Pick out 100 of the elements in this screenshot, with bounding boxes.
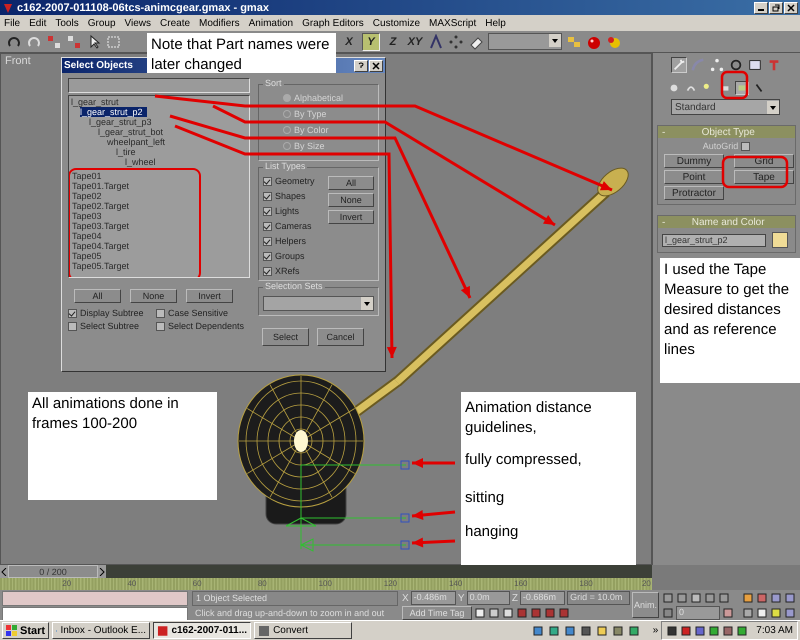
close-button[interactable]	[784, 2, 798, 14]
object-list-item[interactable]: Tape03	[72, 211, 106, 221]
type-filter-button[interactable]: None	[328, 193, 374, 207]
chevron[interactable]: »	[652, 625, 658, 636]
menu-item[interactable]: Help	[485, 18, 506, 28]
object-list-item[interactable]: l_gear_strut_p2	[80, 107, 147, 117]
frame-label: 40	[127, 578, 136, 590]
option-checkbox[interactable]: Display Subtree	[68, 308, 156, 318]
annotation-text: All animations done in frames 100-200	[32, 394, 180, 434]
taskbar-button[interactable]: c162-2007-011...	[153, 622, 252, 639]
selection-sets-dropdown[interactable]	[263, 296, 374, 311]
object-type-button[interactable]: Dummy	[664, 154, 724, 168]
panel-tab[interactable]	[671, 57, 687, 73]
restore-icon	[772, 4, 780, 12]
object-list-item[interactable]: l_gear_strut_p3	[89, 117, 156, 127]
menu-item[interactable]: Animation	[248, 18, 294, 28]
type-filter-button[interactable]: Invert	[328, 210, 374, 224]
window-title: c162-2007-011108-06tcs-animcgear.gmax - gmax	[17, 2, 269, 14]
object-list-item[interactable]: Tape01	[72, 171, 106, 181]
list-select-button[interactable]: Invert	[186, 289, 233, 303]
maxscript-field[interactable]	[2, 591, 188, 606]
frame-label: 140	[448, 578, 462, 590]
menu-item[interactable]: File	[4, 18, 20, 28]
axis-constraint-button[interactable]: Y	[362, 32, 380, 50]
type-checkbox[interactable]: Geometry	[263, 176, 324, 186]
menu-item[interactable]: Group	[88, 18, 116, 28]
dots-icon[interactable]	[448, 34, 464, 50]
object-list-item[interactable]: Tape02	[72, 191, 106, 201]
object-list-item[interactable]: l_gear_strut	[71, 97, 123, 107]
type-checkbox[interactable]: XRefs	[263, 266, 324, 276]
annotation-text: Animation distance guidelines,	[465, 398, 593, 438]
start-button[interactable]: Start	[2, 622, 50, 639]
frame-label: 100	[318, 578, 332, 590]
rollout-header[interactable]: - Name and Color	[658, 216, 795, 228]
menu-item[interactable]: Graph Editors	[302, 18, 364, 28]
object-list-item[interactable]: Tape01.Target	[72, 181, 134, 191]
menu-item[interactable]: Customize	[372, 18, 420, 28]
viewport-label[interactable]: Front	[5, 55, 31, 67]
restore-button[interactable]	[769, 2, 783, 14]
menu-item[interactable]: Modifiers	[199, 18, 240, 28]
object-list-item[interactable]: Tape05	[72, 251, 106, 261]
menu-item[interactable]: MAXScript	[429, 18, 476, 28]
animate-button[interactable]: Anim.	[632, 592, 659, 618]
color-swatch[interactable]	[772, 232, 788, 248]
object-list-item[interactable]: Tape02.Target	[72, 201, 134, 211]
option-checkbox[interactable]: Select Dependents	[156, 321, 248, 331]
annotation-text: sitting	[465, 488, 506, 508]
option-checkbox[interactable]: Select Subtree	[68, 321, 156, 331]
object-list-item[interactable]: Tape05.Target	[72, 261, 134, 271]
option-checkbox[interactable]: Case Sensitive	[156, 308, 248, 318]
object-list-item[interactable]: Tape04.Target	[72, 241, 134, 251]
search-field[interactable]	[68, 78, 250, 93]
object-list-item[interactable]: l_tire	[116, 147, 140, 157]
type-dropdown[interactable]: Standard	[671, 99, 780, 115]
track-bar[interactable]: 20 40 60 80 100 120 140 160 180 20	[0, 578, 652, 590]
next-frame-button[interactable]	[98, 565, 106, 578]
type-checkbox[interactable]: Groups	[263, 251, 324, 261]
named-selection-dropdown[interactable]	[488, 33, 562, 50]
object-list-item[interactable]: wheelpant_left	[107, 137, 170, 147]
object-list-item[interactable]: Tape03.Target	[72, 221, 134, 231]
panel-tab[interactable]	[747, 57, 763, 73]
list-select-button[interactable]: All	[74, 289, 121, 303]
dialog-action-button[interactable]: Select	[262, 328, 309, 346]
object-type-button[interactable]: Point	[664, 170, 724, 184]
add-time-tag-button[interactable]: Add Time Tag	[402, 606, 472, 620]
time-slider-thumb[interactable]: 0 / 200	[8, 565, 98, 578]
dropdown-value: Standard	[675, 102, 716, 112]
dialog-action-button[interactable]: Cancel	[317, 328, 364, 346]
name-field[interactable]: l_gear_strut_p2	[662, 234, 766, 246]
taskbar-button[interactable]: Convert	[254, 622, 352, 639]
rollout-header[interactable]: - Object Type	[658, 126, 795, 138]
help-button[interactable]	[354, 60, 368, 72]
previous-frame-button[interactable]	[0, 565, 8, 578]
axis-label: X	[402, 592, 409, 604]
object-list-item[interactable]: l_wheel	[125, 157, 160, 167]
axis-label: Z	[512, 592, 518, 604]
close-button[interactable]	[369, 60, 383, 72]
list-select-button[interactable]: None	[130, 289, 177, 303]
object-type-button[interactable]: Tape	[734, 170, 794, 184]
taskbar-button[interactable]: Inbox - Outlook E...	[52, 622, 150, 639]
type-filter-button[interactable]: All	[328, 176, 374, 190]
align-icon[interactable]	[428, 34, 444, 50]
menu-item[interactable]: Create	[160, 18, 190, 28]
menu-item[interactable]: Tools	[55, 18, 79, 28]
axis-constraint-button[interactable]: XY	[406, 32, 424, 50]
type-checkbox[interactable]: Helpers	[263, 236, 324, 246]
type-checkbox[interactable]: Lights	[263, 206, 324, 216]
menu-item[interactable]: Edit	[29, 18, 46, 28]
type-checkbox[interactable]: Cameras	[263, 221, 324, 231]
axis-constraint-button[interactable]: Z	[384, 32, 402, 50]
type-checkbox[interactable]: Shapes	[263, 191, 324, 201]
minimize-button[interactable]	[754, 2, 768, 14]
frame-label: 80	[258, 578, 267, 590]
menu-item[interactable]: Views	[124, 18, 152, 28]
object-type-button[interactable]: Protractor	[664, 186, 724, 200]
object-list-item[interactable]: l_gear_strut_bot	[98, 127, 168, 137]
axis-constraint-button[interactable]: X	[340, 32, 358, 50]
arrow	[412, 538, 456, 548]
object-list-item[interactable]: Tape04	[72, 231, 106, 241]
time-slider[interactable]: 0 / 200	[0, 565, 652, 578]
